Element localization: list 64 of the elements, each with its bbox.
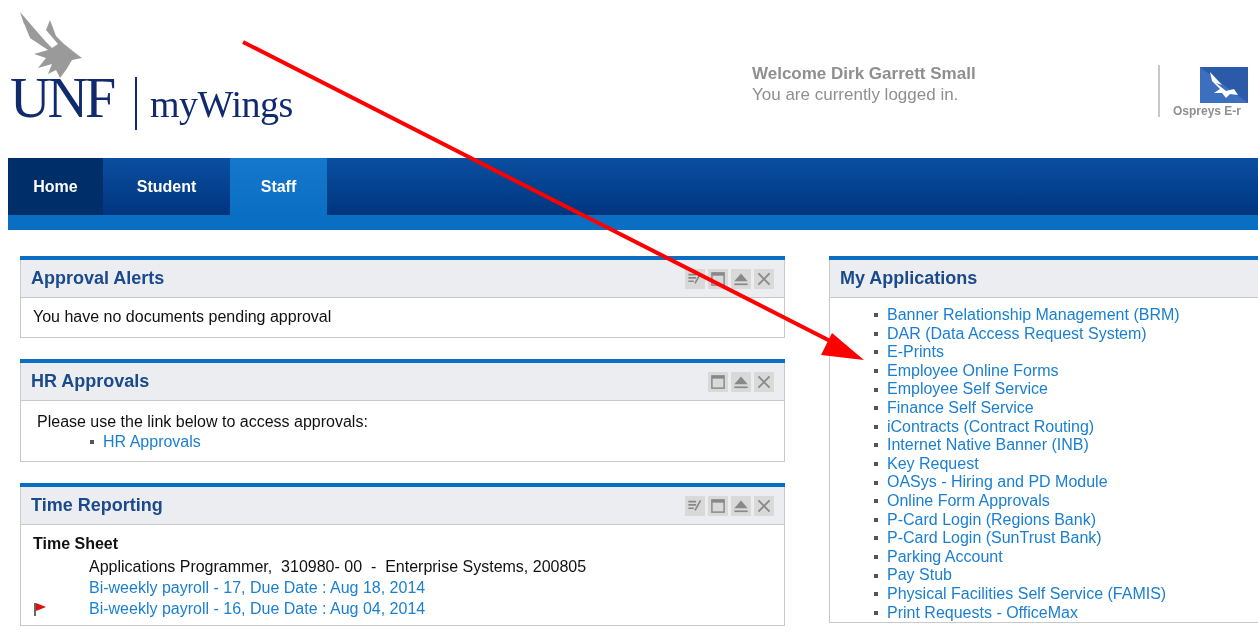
bullet-icon — [874, 555, 878, 559]
maximize-icon[interactable] — [708, 495, 728, 516]
close-icon[interactable] — [754, 371, 774, 392]
bullet-icon — [874, 424, 878, 429]
bullet-icon — [874, 536, 878, 541]
flag-icon — [33, 602, 47, 616]
portlet-title: Time Reporting — [31, 495, 163, 516]
bullet-icon — [874, 517, 878, 522]
bullet-icon — [874, 610, 878, 615]
bullet-icon — [874, 406, 878, 411]
application-link[interactable]: E-Prints — [887, 343, 944, 362]
portlet-title: My Applications — [840, 268, 978, 289]
application-link[interactable]: Internet Native Banner (INB) — [887, 436, 1089, 455]
close-icon[interactable] — [754, 495, 774, 516]
application-link[interactable]: Pay Stub — [887, 566, 952, 585]
instruction-text: Please use the link below to access approvals: — [37, 413, 369, 431]
bullet-icon — [874, 443, 878, 448]
bullet-icon — [874, 369, 878, 374]
bird-app-icon[interactable] — [1200, 67, 1248, 103]
login-status: You are currently logged in. — [752, 85, 959, 104]
bullet-icon — [874, 331, 878, 336]
application-link[interactable]: Key Request — [887, 454, 979, 474]
application-link[interactable]: Banner Relationship Management (BRM) — [887, 306, 1180, 325]
site-name: myWings — [150, 82, 293, 126]
edit-icon[interactable] — [685, 495, 705, 516]
application-link[interactable]: Print Requests - OfficeMax — [887, 603, 1078, 623]
close-icon[interactable] — [754, 268, 774, 289]
bullet-icon — [90, 440, 94, 444]
minimize-icon[interactable] — [731, 371, 751, 392]
application-link[interactable]: Employee Self Service — [887, 380, 1048, 399]
application-link[interactable]: DAR (Data Access Request System) — [887, 324, 1147, 344]
bullet-icon — [874, 499, 878, 504]
bullet-icon — [874, 462, 878, 467]
bullet-icon — [874, 350, 878, 355]
minimize-icon[interactable] — [731, 495, 751, 516]
message-text: You have no documents pending approval — [33, 308, 333, 326]
application-link[interactable]: P-Card Login (Regions Bank) — [887, 510, 1096, 530]
nav-tab[interactable]: Staff — [230, 158, 327, 215]
bullet-icon — [874, 592, 878, 597]
position-text: Applications Programmer, 310980- 00 - Enterprise Systems, 200805 — [89, 558, 588, 576]
application-link[interactable]: Employee Online Forms — [887, 361, 1059, 381]
section-heading: Time Sheet — [33, 535, 120, 553]
pay-period-link[interactable]: Bi-weekly payroll - 17, Due Date : Aug 18, 2014 — [89, 579, 426, 597]
application-link[interactable]: iContracts (Contract Routing) — [887, 417, 1095, 437]
portlet-title: HR Approvals — [31, 371, 150, 392]
application-link[interactable]: OASys - Hiring and PD Module — [887, 473, 1108, 492]
application-link[interactable]: Finance Self Service — [887, 398, 1034, 418]
bullet-icon — [874, 480, 878, 485]
bullet-icon — [874, 387, 878, 392]
application-link[interactable]: Physical Facilities Self Service (FAMIS) — [887, 584, 1167, 604]
pay-period-link[interactable]: Bi-weekly payroll - 16, Due Date : Aug 04, 2014 — [89, 600, 426, 618]
application-link[interactable]: Parking Account — [887, 547, 1003, 567]
maximize-icon[interactable] — [708, 371, 728, 392]
hr-approvals-link[interactable]: HR Approvals — [103, 433, 201, 451]
bullet-icon — [874, 573, 878, 578]
application-link[interactable]: Online Form Approvals — [887, 491, 1050, 511]
minimize-icon[interactable] — [731, 268, 751, 289]
welcome-message: Welcome Dirk Garrett Small — [752, 63, 976, 84]
application-link[interactable]: P-Card Login (SunTrust Bank) — [887, 529, 1102, 548]
app-link[interactable]: Ospreys E-r — [1173, 104, 1242, 118]
portlet-title: Approval Alerts — [31, 268, 165, 289]
logo-text: UNF — [10, 66, 114, 130]
bullet-icon — [874, 313, 878, 318]
nav-tab[interactable]: Home — [8, 158, 103, 215]
